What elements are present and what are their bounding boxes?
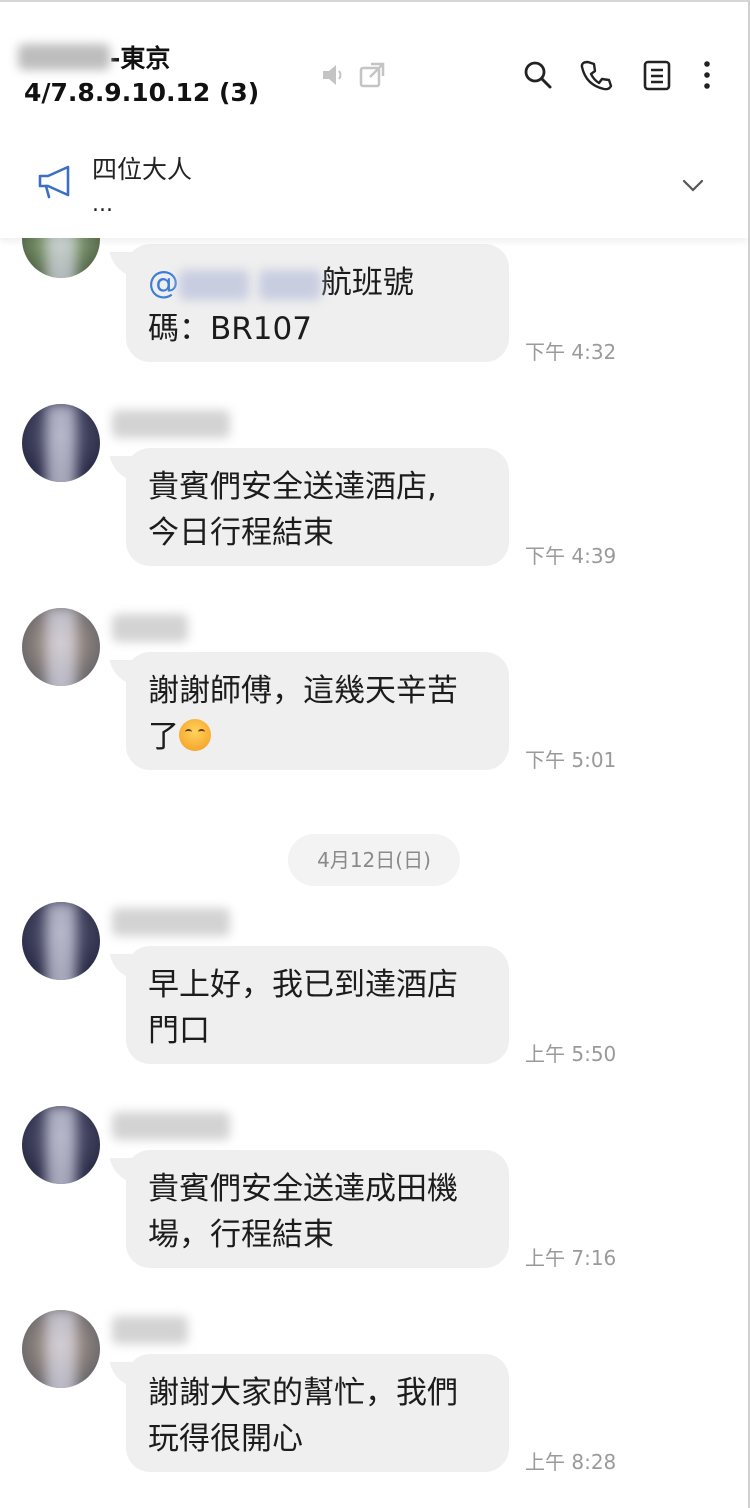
message-text: 謝謝大家的幫忙，我們: [148, 1375, 458, 1411]
chat-title: -東京: [18, 40, 170, 74]
message-time: 上午 8:28: [525, 1450, 617, 1474]
avatar[interactable]: [22, 1106, 100, 1184]
message-text: 謝謝師傅，這幾天辛苦: [148, 673, 458, 709]
message-text: 今日行程結束: [148, 515, 334, 551]
date-separator: 4月12日(日): [288, 834, 460, 886]
avatar[interactable]: [22, 608, 100, 686]
announcement-subtitle: ...: [92, 192, 113, 217]
sender-name: [112, 1316, 188, 1344]
chat-window: -東京 4/7.8.9.10.12 (3) 四位大人 ... @ 航班號 碼：B…: [0, 0, 750, 1508]
message-time: 上午 7:16: [525, 1246, 617, 1270]
chat-subtitle: 4/7.8.9.10.12 (3): [24, 78, 260, 107]
avatar[interactable]: [22, 404, 100, 482]
message-text: 碼：BR107: [148, 311, 312, 347]
sender-name: [112, 908, 230, 936]
smile-emoji-icon: [179, 719, 211, 751]
sender-name: [112, 1112, 230, 1140]
message-bubble[interactable]: 貴賓們安全送達成田機 場，行程結束: [126, 1150, 509, 1268]
message-text: 場，行程結束: [148, 1217, 334, 1253]
avatar[interactable]: [22, 1310, 100, 1388]
more-icon[interactable]: [690, 58, 724, 92]
avatar[interactable]: [22, 902, 100, 980]
message-bubble[interactable]: @ 航班號 碼：BR107: [126, 244, 509, 362]
redacted-mention: [179, 269, 249, 300]
message-text: 貴賓們安全送達成田機: [148, 1171, 458, 1207]
announcement-banner[interactable]: 四位大人 ...: [0, 130, 748, 238]
sender-name: [112, 614, 188, 642]
message-time: 下午 4:39: [525, 544, 617, 568]
chat-title-suffix: -東京: [110, 44, 171, 73]
message-text: 玩得很開心: [148, 1421, 303, 1457]
chevron-down-icon[interactable]: [678, 170, 708, 200]
avatar[interactable]: [22, 238, 100, 278]
message-bubble[interactable]: 謝謝師傅，這幾天辛苦 了: [126, 652, 509, 770]
message-bubble[interactable]: 早上好，我已到達酒店 門口: [126, 946, 509, 1064]
message-bubble[interactable]: 貴賓們安全送達酒店, 今日行程結束: [126, 448, 509, 566]
mute-icon[interactable]: [318, 60, 348, 90]
message-list[interactable]: @ 航班號 碼：BR107 下午 4:32 貴賓們安全送達酒店, 今日行程結束 …: [0, 238, 748, 1508]
notes-icon[interactable]: [640, 58, 674, 92]
message-text: 門口: [148, 1013, 210, 1049]
search-icon[interactable]: [521, 58, 555, 92]
redacted-group-name: [18, 44, 110, 70]
message-text: 了: [148, 719, 179, 755]
message-time: 上午 5:50: [525, 1042, 617, 1066]
message-text: 貴賓們安全送達酒店,: [148, 469, 437, 505]
message-text: 早上好，我已到達酒店: [148, 967, 458, 1003]
message-text: 航班號: [320, 265, 414, 301]
message-bubble[interactable]: 謝謝大家的幫忙，我們 玩得很開心: [126, 1354, 509, 1472]
redacted-mention: [258, 269, 321, 300]
message-time: 下午 5:01: [525, 748, 617, 772]
popout-icon[interactable]: [357, 60, 387, 90]
message-time: 下午 4:32: [525, 340, 617, 364]
megaphone-icon: [38, 165, 70, 199]
mention-text[interactable]: @: [148, 265, 179, 301]
chat-header: -東京 4/7.8.9.10.12 (3): [0, 2, 748, 120]
sender-name: [112, 410, 230, 438]
announcement-title: 四位大人: [92, 155, 193, 184]
phone-icon[interactable]: [580, 58, 614, 92]
